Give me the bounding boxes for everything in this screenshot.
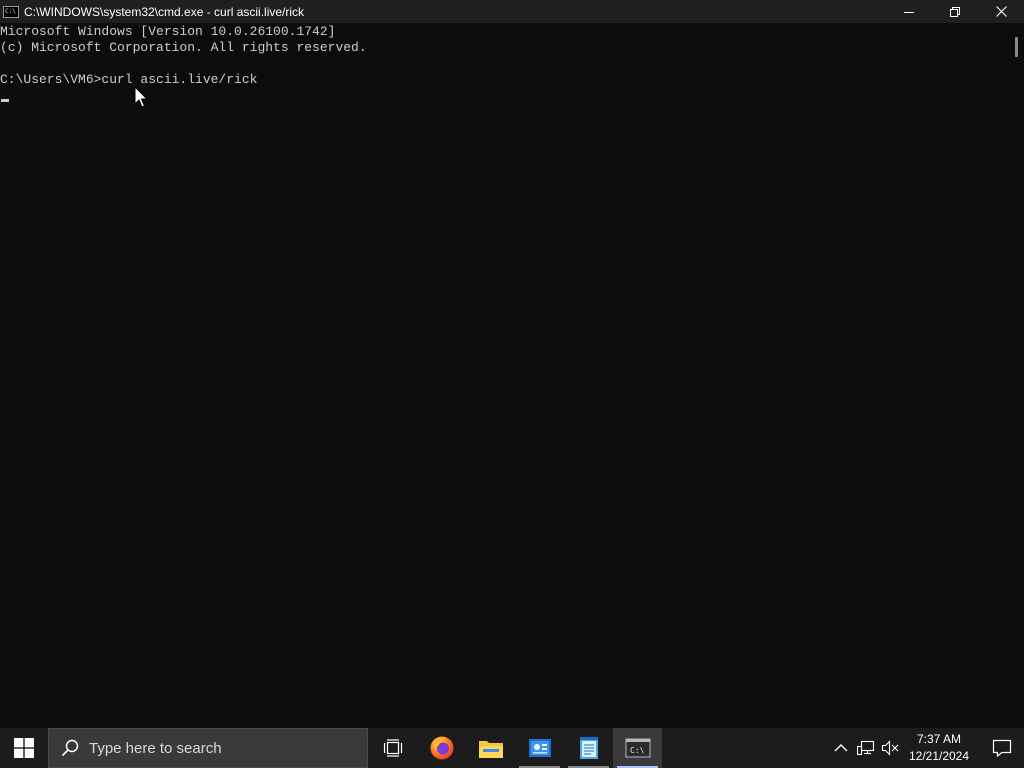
window-titlebar[interactable]: C:\ C:\WINDOWS\system32\cmd.exe - curl a… bbox=[0, 0, 1024, 23]
network-button[interactable] bbox=[854, 728, 878, 768]
taskbar-search-box[interactable] bbox=[48, 728, 368, 768]
firefox-icon bbox=[430, 736, 453, 760]
taskbar-app-command-prompt[interactable]: C:\ bbox=[613, 728, 662, 768]
minimize-icon bbox=[904, 11, 914, 13]
taskbar-clock[interactable]: 7:37 AM 12/21/2024 bbox=[904, 731, 974, 765]
svg-text:C:\: C:\ bbox=[630, 746, 645, 755]
notepad-icon bbox=[579, 737, 598, 759]
taskbar-app-file-explorer[interactable] bbox=[466, 728, 515, 768]
notifications-button[interactable] bbox=[980, 728, 1024, 768]
windows-logo-icon bbox=[14, 738, 34, 758]
start-button[interactable] bbox=[0, 728, 48, 768]
console-line-copyright: (c) Microsoft Corporation. All rights re… bbox=[0, 40, 367, 55]
file-explorer-icon bbox=[478, 741, 503, 758]
restore-icon bbox=[950, 6, 960, 17]
console-line-version: Microsoft Windows [Version 10.0.26100.17… bbox=[0, 24, 336, 39]
taskbar-app-notepad[interactable] bbox=[564, 728, 613, 768]
minimize-button[interactable] bbox=[886, 0, 932, 23]
close-button[interactable] bbox=[978, 0, 1024, 23]
network-icon bbox=[857, 740, 875, 756]
taskbar-apps: C:\ bbox=[368, 728, 662, 768]
volume-button[interactable] bbox=[878, 728, 902, 768]
mouse-pointer-icon bbox=[134, 86, 149, 108]
window-title: C:\WINDOWS\system32\cmd.exe - curl ascii… bbox=[24, 4, 305, 19]
close-icon bbox=[995, 6, 1007, 17]
window-controls bbox=[886, 0, 1024, 23]
taskbar-app-control-panel[interactable] bbox=[515, 728, 564, 768]
system-tray: 7:37 AM 12/21/2024 bbox=[828, 728, 1024, 768]
volume-muted-icon bbox=[881, 740, 899, 756]
control-panel-icon bbox=[528, 739, 551, 757]
clock-time: 7:37 AM bbox=[916, 732, 962, 746]
search-input[interactable] bbox=[89, 739, 349, 757]
scrollbar-thumb[interactable] bbox=[1015, 37, 1018, 57]
task-view-button[interactable] bbox=[368, 728, 417, 768]
restore-button[interactable] bbox=[932, 0, 978, 23]
cmd-window-icon[interactable]: C:\ bbox=[3, 5, 19, 18]
console-line-command: C:\Users\VM6>curl ascii.live/rick bbox=[0, 72, 258, 87]
console-scrollbar[interactable] bbox=[1008, 23, 1024, 728]
task-view-icon bbox=[383, 739, 402, 757]
show-hidden-icons-button[interactable] bbox=[828, 728, 854, 768]
search-icon bbox=[61, 739, 79, 757]
console-output[interactable]: Microsoft Windows [Version 10.0.26100.17… bbox=[0, 23, 1008, 728]
clock-date: 12/21/2024 bbox=[908, 749, 970, 763]
notification-icon bbox=[992, 739, 1012, 757]
taskbar: C:\ 7:37 AM 12/21/20 bbox=[0, 728, 1024, 768]
taskbar-app-firefox[interactable] bbox=[417, 728, 466, 768]
chevron-up-icon bbox=[834, 744, 848, 752]
command-prompt-icon: C:\ bbox=[625, 738, 650, 758]
text-cursor bbox=[1, 99, 9, 102]
